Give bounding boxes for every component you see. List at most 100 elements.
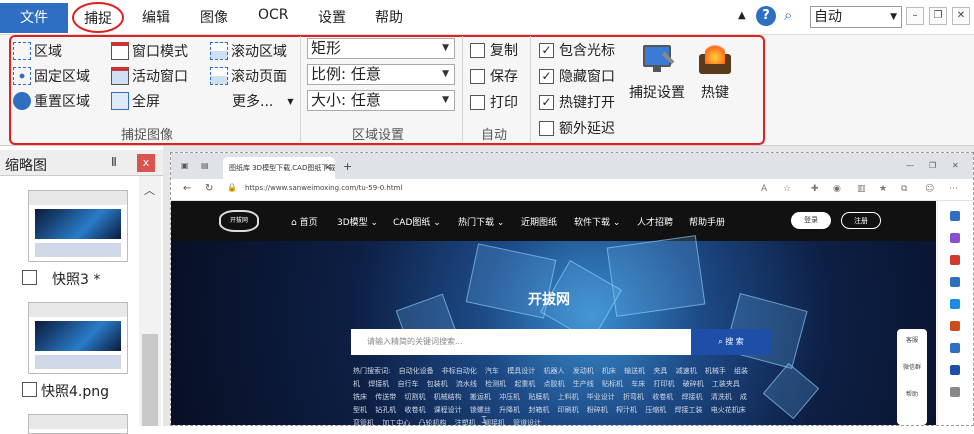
refresh-icon: ↻ xyxy=(205,183,214,194)
hotkey-button[interactable]: 热键 xyxy=(693,42,737,102)
capture-scroll-region-label: 滚动区域 xyxy=(231,44,287,60)
hide-window-checkbox[interactable]: ✓ 隐藏窗口 xyxy=(539,66,615,86)
close-button[interactable]: ✕ xyxy=(952,7,970,25)
site-search-placeholder: 请输入精简的关键词搜索... xyxy=(367,337,463,346)
thumbnail-checkbox[interactable] xyxy=(22,270,37,285)
capture-fullscreen-button[interactable]: 全屏 xyxy=(111,90,160,112)
region-icon xyxy=(13,42,31,60)
close-panel-button[interactable]: x xyxy=(137,154,155,172)
capture-settings-button[interactable]: 捕捉设置 xyxy=(626,42,688,102)
site-side-float: 客服 微信群 帮助 xyxy=(897,329,927,425)
capture-repeat-region-label: 重置区域 xyxy=(34,94,90,110)
browser-addressbar: ← ↻ 🔒 https://www.sanweimoxing.com/tu-59… xyxy=(171,179,973,201)
thumbnail-label: 快照4.png xyxy=(41,384,110,400)
size-select-value: 大小: 任意 xyxy=(311,91,381,109)
active-window-icon xyxy=(111,67,129,85)
thumbnail-checkbox[interactable] xyxy=(22,382,37,397)
capture-scroll-region-button[interactable]: 滚动区域 xyxy=(210,40,287,62)
mode-select[interactable]: 自动 ▼ xyxy=(810,6,902,28)
checkbox-box xyxy=(470,42,485,58)
more-icon: ⋯ xyxy=(949,184,958,194)
auto-copy-label: 复制 xyxy=(490,43,518,59)
chevron-down-icon: ▼ xyxy=(442,69,449,79)
extra-delay-checkbox[interactable]: 额外延迟 xyxy=(539,118,615,138)
site-help: 帮助 xyxy=(905,391,918,398)
menu-file[interactable]: 文件 xyxy=(0,3,68,33)
cursor-icon: ⌶ xyxy=(481,415,487,426)
site-nav-label: 首页 xyxy=(299,218,318,228)
group-divider xyxy=(300,36,301,142)
site-nav-home: ⌂ 首页 xyxy=(291,218,318,228)
chevron-down-icon: ▼ xyxy=(442,43,449,53)
capture-region-button[interactable]: 区域 xyxy=(13,40,62,62)
profile-icon: ☺ xyxy=(925,184,935,194)
repeat-region-icon xyxy=(13,92,31,110)
search-icon[interactable]: ⌕ xyxy=(784,6,792,24)
browser-tab: 图纸库 3D模型下载,CAD图纸下载... ✕ xyxy=(223,157,335,179)
site-login-button: 登录 xyxy=(791,212,831,229)
collections-icon: ⧉ xyxy=(901,184,908,194)
capture-fullscreen-label: 全屏 xyxy=(132,94,160,110)
menu-settings[interactable]: 设置 xyxy=(318,7,346,27)
auto-save-label: 保存 xyxy=(490,69,518,85)
group-divider xyxy=(530,36,531,142)
pin-icon[interactable]: Ⅱ xyxy=(111,155,117,169)
auto-print-checkbox[interactable]: 打印 xyxy=(470,92,518,112)
thumbnail-label: 快照3 * xyxy=(52,272,101,288)
hotkey-open-label: 热键打开 xyxy=(559,95,615,111)
menu-edit[interactable]: 编辑 xyxy=(142,7,170,27)
checkbox-box xyxy=(539,120,554,136)
ratio-select-value: 比例: 任意 xyxy=(311,65,381,83)
back-icon: ← xyxy=(183,183,192,194)
add-icon xyxy=(950,387,960,397)
site-nav-label: 帮助手册 xyxy=(689,218,726,228)
hotkey-open-checkbox[interactable]: ✓ 热键打开 xyxy=(539,92,615,112)
thumbnail-scrollbar[interactable]: ︿ xyxy=(139,176,161,426)
thumbnail-image[interactable] xyxy=(28,190,128,262)
tab-actions-icon: ▣ xyxy=(181,161,189,170)
thumbnail-image[interactable] xyxy=(28,414,128,434)
hotkey-label: 热键 xyxy=(701,85,729,101)
menu-help[interactable]: 帮助 xyxy=(375,7,403,27)
minimize-icon: — xyxy=(906,161,914,170)
capture-fixed-region-label: 固定区域 xyxy=(34,69,90,85)
tools-icon xyxy=(950,255,960,265)
browser-tabbar: ▣ ▤ 图纸库 3D模型下载,CAD图纸下载... ✕ + — ❐ ✕ xyxy=(171,153,973,179)
include-cursor-checkbox[interactable]: ✓ 包含光标 xyxy=(539,40,615,60)
thumbnail-image[interactable] xyxy=(28,302,128,374)
minimize-button[interactable]: – xyxy=(906,7,924,25)
site-navbar: 开拔网 ⌂ 首页 3D模型 ⌄ CAD图纸 ⌄ 热门下载 ⌄ 近期图纸 软件下载… xyxy=(171,201,936,241)
capture-more-button[interactable]: 更多... ▼ xyxy=(232,90,294,112)
word-icon xyxy=(950,343,960,353)
restore-button[interactable]: ❐ xyxy=(929,7,947,25)
ratio-select[interactable]: 比例: 任意 ▼ xyxy=(307,64,455,85)
capture-active-window-button[interactable]: 活动窗口 xyxy=(111,65,188,87)
site-logo: 开拔网 xyxy=(219,210,259,232)
auto-save-checkbox[interactable]: 保存 xyxy=(470,66,518,86)
menu-capture[interactable]: 捕捉 xyxy=(84,8,112,28)
window-icon xyxy=(111,42,129,60)
capture-repeat-region-button[interactable]: 重置区域 xyxy=(13,90,90,112)
extra-delay-label: 额外延迟 xyxy=(559,121,615,137)
site-search-label: 搜 索 xyxy=(725,337,744,346)
collapse-ribbon-icon[interactable]: ▲ xyxy=(738,10,746,21)
shape-select[interactable]: 矩形 ▼ xyxy=(307,38,455,59)
scrollbar-thumb[interactable] xyxy=(142,334,158,426)
scroll-page-icon xyxy=(210,67,228,85)
menu-ocr[interactable]: OCR xyxy=(258,7,289,23)
auto-copy-checkbox[interactable]: 复制 xyxy=(470,40,518,60)
read-aloud-icon: A xyxy=(761,184,768,194)
chevron-up-icon[interactable]: ︿ xyxy=(144,182,155,198)
help-icon[interactable]: ? xyxy=(756,6,776,26)
capture-window-mode-button[interactable]: 窗口模式 xyxy=(111,40,188,62)
size-select[interactable]: 大小: 任意 ▼ xyxy=(307,90,455,111)
site-nav-label: 近期图纸 xyxy=(521,218,558,228)
checkbox-box xyxy=(470,68,485,84)
group-divider xyxy=(462,36,463,142)
include-cursor-label: 包含光标 xyxy=(559,43,615,59)
lock-icon: 🔒 xyxy=(227,183,237,192)
games-icon xyxy=(950,277,960,287)
capture-scroll-page-button[interactable]: 滚动页面 xyxy=(210,65,287,87)
capture-fixed-region-button[interactable]: 固定区域 xyxy=(13,65,90,87)
menu-image[interactable]: 图像 xyxy=(200,7,228,27)
